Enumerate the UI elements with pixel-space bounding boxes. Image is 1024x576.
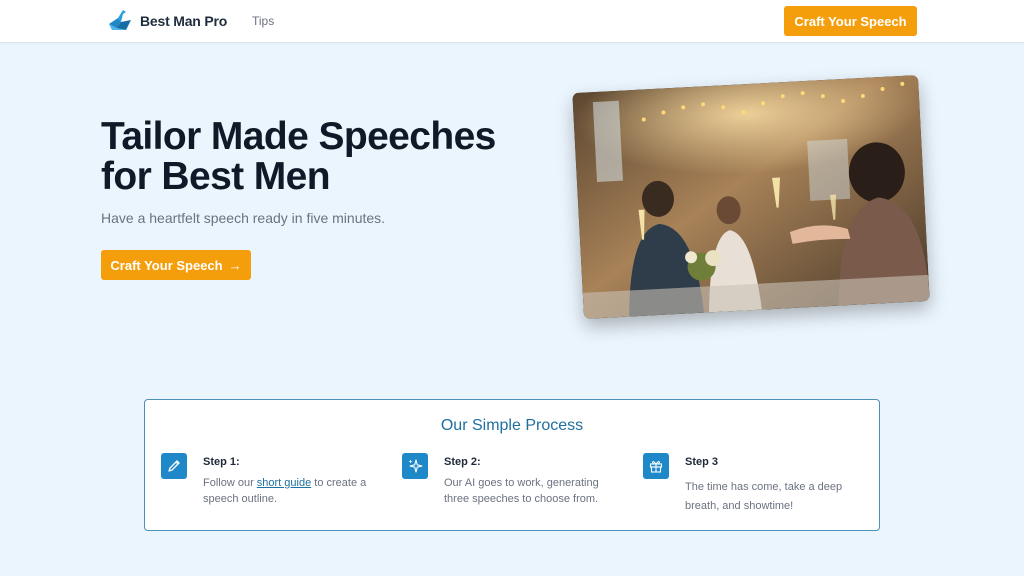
brand-logo-link[interactable]: Best Man Pro <box>106 8 227 34</box>
site-header: Best Man Pro Tips Craft Your Speech <box>0 0 1024 43</box>
step-1-title: Step 1: <box>203 456 240 468</box>
process-title: Our Simple Process <box>440 417 584 434</box>
hero-craft-speech-button[interactable]: Craft Your Speech → <box>101 250 251 280</box>
short-guide-link[interactable]: short guide <box>257 477 311 489</box>
step-3-title: Step 3 <box>685 456 719 468</box>
step-1-desc-before: Follow our <box>203 477 257 489</box>
pencil-icon <box>161 453 187 479</box>
step-2-description: Our AI goes to work, generating three sp… <box>444 477 599 505</box>
sparkles-icon <box>402 453 428 479</box>
step-1-description: Follow our short guide to create a speec… <box>203 475 383 507</box>
header-craft-speech-button[interactable]: Craft Your Speech <box>784 6 917 36</box>
hero-subtitle: Have a heartfelt speech ready in five mi… <box>101 210 386 226</box>
hero-title: Tailor Made Speeches for Best Men <box>101 117 561 197</box>
wedding-toast-photo <box>572 75 930 319</box>
nav-link-tips[interactable]: Tips <box>252 14 274 28</box>
hero-title-line1: Tailor Made Speeches <box>101 115 496 158</box>
step-3-description: The time has come, take a deep breath, a… <box>685 481 843 512</box>
swan-logo-icon <box>109 10 131 30</box>
hero-title-line2: for Best Men <box>101 155 331 198</box>
brand-name: Best Man Pro <box>140 13 228 29</box>
step-2-title: Step 2: <box>444 456 481 468</box>
hero-cta-label: Craft Your Speech <box>110 257 223 273</box>
process-card: Our Simple Process Step 1: Follow our sh… <box>144 399 880 531</box>
gift-icon <box>643 453 669 479</box>
arrow-right-icon: → <box>228 257 242 273</box>
